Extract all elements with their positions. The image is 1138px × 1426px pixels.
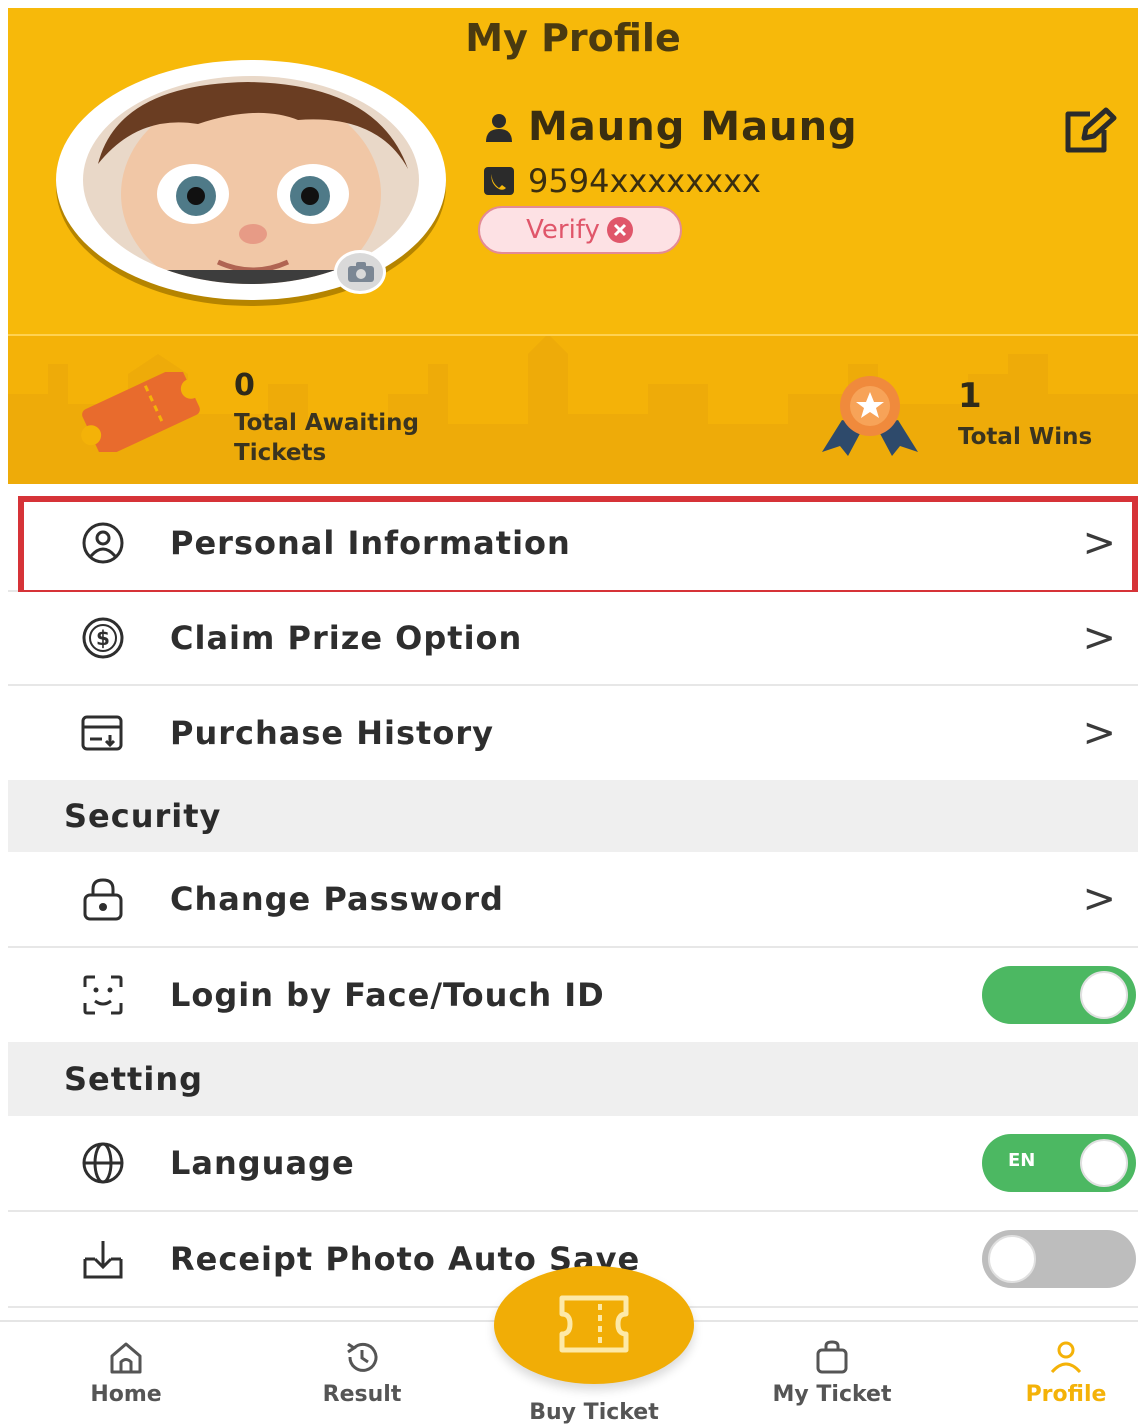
close-circle-icon [606,217,633,243]
avatar-container[interactable] [56,60,448,306]
language-value: EN [1008,1150,1036,1171]
ticket-icon [559,1295,629,1353]
download-icon [68,1234,138,1284]
lock-icon [68,874,138,924]
home-icon [110,1342,142,1374]
awaiting-tickets-label: Total Awaiting Tickets [234,410,420,466]
menu-change-password[interactable]: Change Password > [8,852,1138,948]
menu-label: Change Password [170,880,504,918]
menu-purchase-history[interactable]: Purchase History > [8,686,1138,780]
phone-icon [484,167,514,195]
user-icon [486,114,512,142]
menu-label: Language [170,1144,355,1182]
nav-label: My Ticket [772,1382,892,1407]
chevron-right-icon: > [1082,710,1116,756]
svg-text:$: $ [96,626,110,650]
chevron-right-icon: > [1082,520,1116,566]
menu-personal-information[interactable]: Personal Information > [8,496,1138,592]
user-name-row: Maung Maung [484,104,858,150]
menu-label: Login by Face/Touch ID [170,976,605,1014]
awaiting-tickets-count: 0 [234,368,255,403]
chevron-right-icon: > [1082,876,1116,922]
buy-ticket-label: Buy Ticket [529,1400,659,1425]
ticket-icon [81,372,201,452]
stats-band: 0 Total Awaiting Tickets 1 Total Wins [8,334,1138,484]
menu-label: Personal Information [170,524,571,562]
medal-icon [822,376,918,456]
face-touch-id-toggle[interactable] [982,966,1136,1024]
chevron-right-icon: > [1082,615,1116,661]
edit-profile-button[interactable] [1060,106,1120,156]
profile-icon [1050,1341,1082,1374]
menu-claim-prize-option[interactable]: $ Claim Prize Option > [8,592,1138,686]
camera-button[interactable] [334,250,386,294]
nav-label: Home [90,1382,162,1407]
globe-icon [68,1138,138,1188]
phone-row: 9594xxxxxxxx [484,162,761,200]
language-toggle[interactable]: EN [982,1134,1136,1192]
bag-ticket-icon [816,1340,848,1374]
verify-button[interactable]: Verify [478,206,682,254]
nav-result[interactable]: Result [282,1340,442,1407]
section-title: Security [64,797,222,835]
toggle-knob [1080,1139,1128,1187]
nav-profile[interactable]: Profile [986,1340,1138,1407]
camera-icon [348,262,374,282]
buy-ticket-button[interactable] [494,1266,694,1384]
page-title: My Profile [465,16,681,60]
user-circle-icon [68,518,138,568]
receipt-auto-save-toggle[interactable] [982,1230,1136,1288]
edit-icon [1065,107,1117,153]
section-setting: Setting [8,1042,1138,1116]
menu-language: Language EN [8,1116,1138,1212]
history-icon [347,1342,378,1372]
avatar[interactable] [56,60,446,300]
user-name: Maung Maung [528,104,858,150]
total-wins-label: Total Wins [958,424,1093,450]
section-title: Setting [64,1060,203,1098]
menu-label: Purchase History [170,714,494,752]
receipt-history-icon [68,708,138,758]
dollar-icon: $ [68,613,138,663]
verify-label: Verify [526,215,600,245]
menu-label: Claim Prize Option [170,619,523,657]
total-wins-count: 1 [958,376,982,416]
user-phone: 9594xxxxxxxx [528,162,761,200]
toggle-knob [1080,971,1128,1019]
nav-label: Result [322,1382,402,1407]
nav-my-ticket[interactable]: My Ticket [752,1340,912,1407]
section-security: Security [8,780,1138,852]
face-id-icon [68,970,138,1020]
menu-face-touch-id: Login by Face/Touch ID [8,948,1138,1042]
nav-home[interactable]: Home [46,1340,206,1407]
profile-header: My Profile Maung Maung 9594xxxxxxxx Veri… [8,8,1138,334]
toggle-knob [988,1235,1036,1283]
nav-label: Profile [1025,1382,1107,1407]
